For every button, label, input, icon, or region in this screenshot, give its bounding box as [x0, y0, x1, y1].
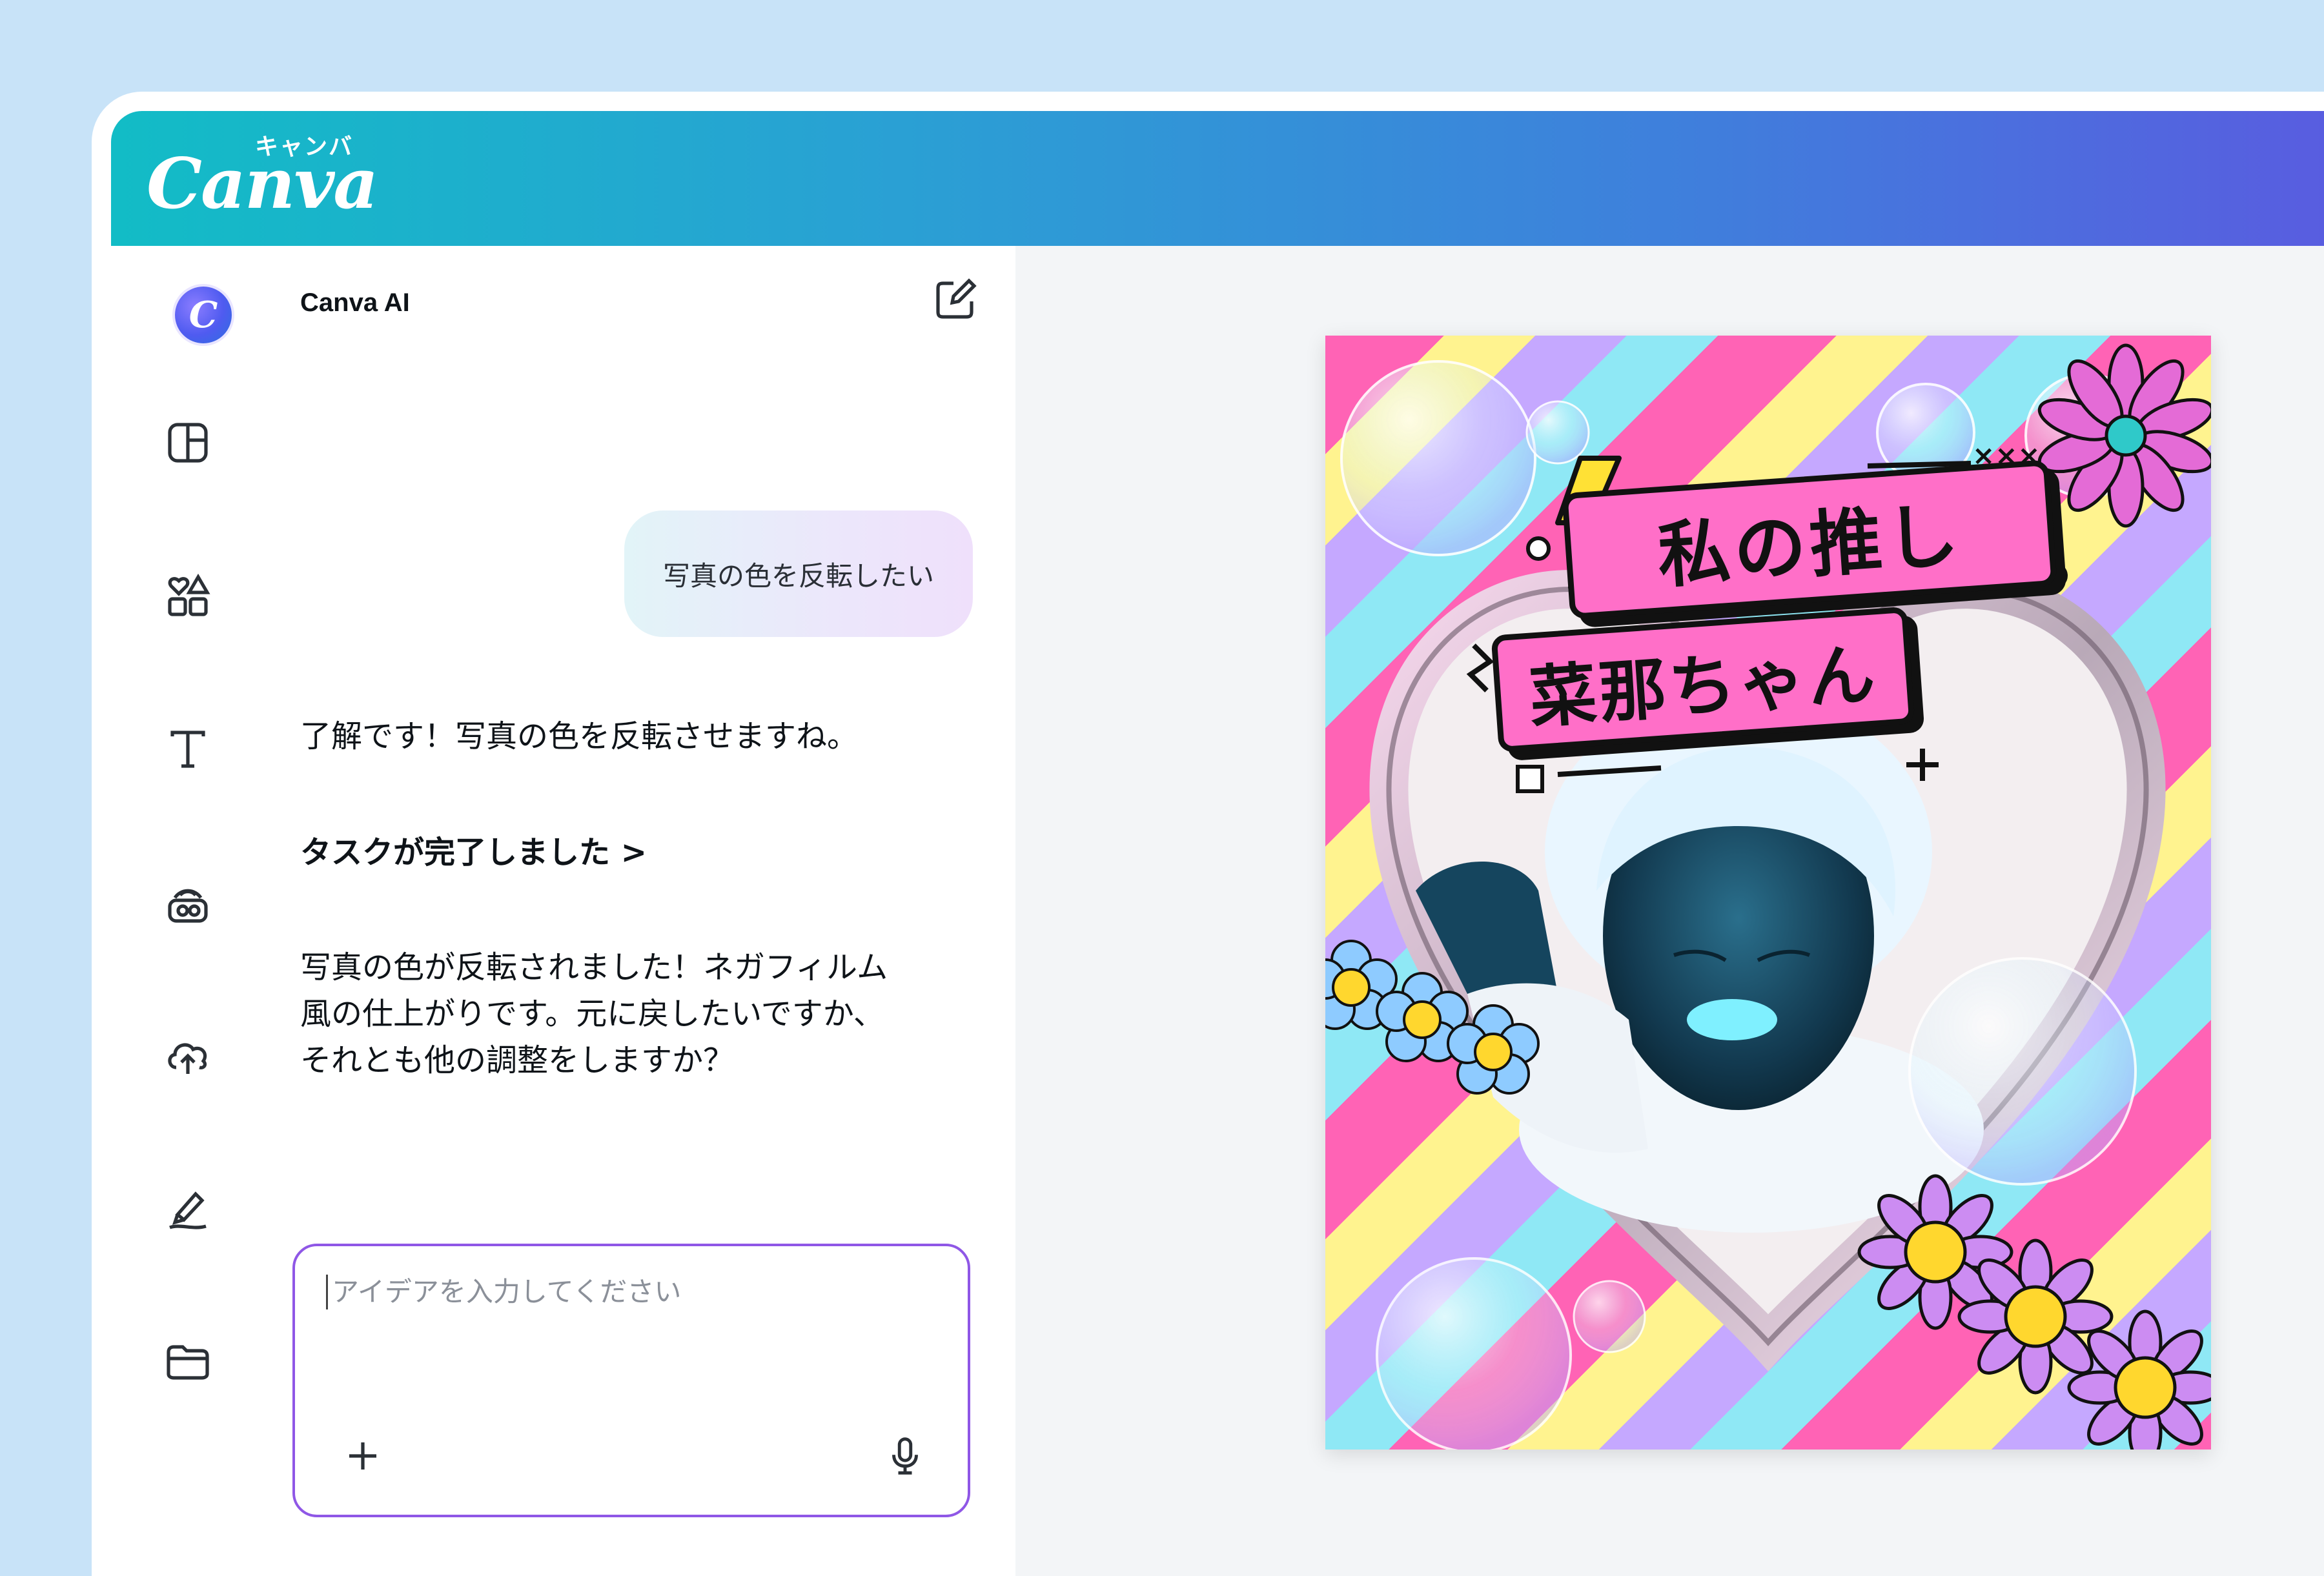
microphone-icon[interactable]: [882, 1433, 928, 1479]
brand-kit-icon: [168, 889, 208, 923]
new-chat-icon[interactable]: [929, 274, 981, 326]
ai-chat-panel: Canva AI 写真の色を反転したい 了解です！写真の色を反転させますね。 タ…: [264, 246, 1017, 1576]
cloud-upload-icon: [168, 1043, 207, 1074]
side-rail: C: [111, 246, 265, 1576]
assistant-followup-line-1: 写真の色が反転されました！ネガフィルム: [300, 949, 888, 985]
assistant-followup-line-2: 風の仕上がりです。元に戻したいですか、: [300, 996, 884, 1032]
canva-ai-icon[interactable]: C: [175, 287, 232, 343]
rail-projects-button[interactable]: [152, 1327, 223, 1398]
user-message-bubble: 写真の色を反転したい: [624, 510, 973, 637]
rail-draw-button[interactable]: [152, 1174, 223, 1245]
assistant-followup-line-3: それとも他の調整をしますか？: [300, 1042, 735, 1078]
poster-design[interactable]: ××× 私の推し 菜那ちゃん: [1325, 336, 2211, 1450]
rail-elements-button[interactable]: [152, 561, 223, 632]
prompt-input[interactable]: アイデアを入力してください: [326, 1275, 913, 1309]
rail-brand-button[interactable]: [152, 867, 223, 938]
canva-logo[interactable]: キャンバ Canva: [147, 128, 378, 231]
folder-icon: [167, 1345, 209, 1380]
prompt-composer[interactable]: アイデアを入力してください: [292, 1244, 970, 1517]
top-header: キャンバ Canva: [111, 111, 2324, 246]
chat-title: Canva AI: [300, 288, 410, 317]
layout-icon: [168, 423, 208, 463]
add-icon[interactable]: [340, 1433, 385, 1479]
rail-text-button[interactable]: [152, 714, 223, 785]
text-icon: [170, 731, 205, 768]
shapes-icon: [168, 573, 210, 616]
design-canvas: ××× 私の推し 菜那ちゃん: [1015, 246, 2324, 1576]
logo-wordmark: Canva: [147, 143, 378, 225]
rail-uploads-button[interactable]: [152, 1020, 223, 1091]
draw-icon: [169, 1191, 207, 1229]
app-window: キャンバ Canva C Canva AI 写真の色を反転したい 了解です！写真…: [92, 92, 2324, 1576]
rail-design-button[interactable]: [152, 407, 223, 478]
assistant-reply: 了解です！写真の色を反転させますね。: [300, 718, 859, 754]
task-complete-link[interactable]: タスクが完了しました >: [300, 829, 984, 876]
